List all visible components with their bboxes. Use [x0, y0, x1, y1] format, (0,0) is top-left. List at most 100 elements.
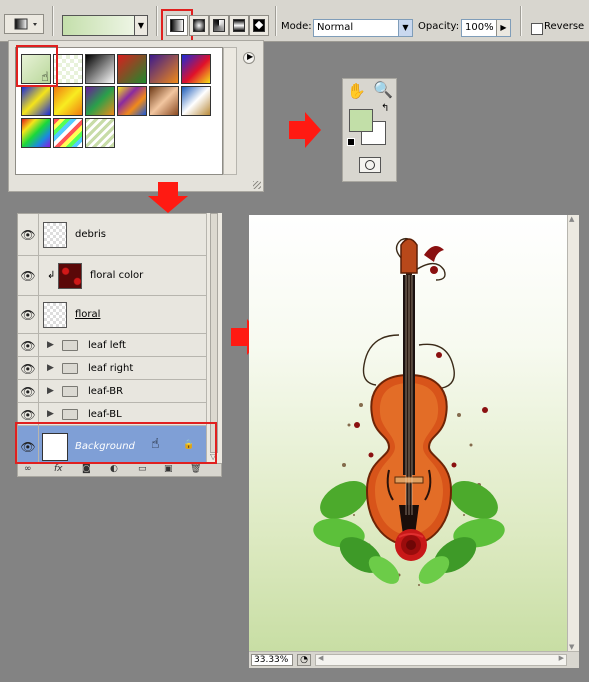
gradient-swatch-chrome[interactable]	[181, 86, 211, 116]
gradient-swatch-spectrum[interactable]	[21, 118, 51, 148]
expand-group-icon[interactable]: ▶	[47, 340, 54, 350]
expand-group-icon[interactable]: ▶	[47, 363, 54, 373]
vertical-scrollbar[interactable]: ▲ ▼	[567, 215, 579, 651]
trash-icon[interactable]: 🗑	[190, 464, 201, 474]
gradient-swatch-red-green[interactable]	[117, 54, 147, 84]
default-colors-icon[interactable]	[347, 138, 355, 146]
background-row-highlight	[15, 422, 217, 464]
diamond-gradient-button[interactable]	[249, 15, 269, 36]
gradient-swatch-black-white[interactable]	[85, 54, 115, 84]
reflected-gradient-icon	[233, 19, 245, 32]
gradient-swatch-violet-green-orange[interactable]	[85, 86, 115, 116]
radial-gradient-icon	[193, 19, 205, 32]
visibility-eye-icon[interactable]: 👁	[20, 269, 36, 283]
visibility-eye-icon[interactable]: 👁	[20, 339, 36, 353]
new-group-icon[interactable]: ▭	[138, 464, 147, 474]
visibility-eye-icon[interactable]: 👁	[20, 308, 36, 322]
foreground-color-swatch[interactable]	[349, 109, 373, 132]
opacity-label: Opacity:	[418, 21, 460, 32]
arrow-down-icon	[148, 182, 188, 213]
gradient-swatch-copper[interactable]	[149, 86, 179, 116]
gradient-swatch-transparent-rainbow[interactable]	[53, 118, 83, 148]
opacity-field[interactable]: 100% ▶	[461, 19, 511, 37]
layer-mask-icon[interactable]: ◙	[82, 464, 91, 474]
scroll-up-icon[interactable]: ▲	[569, 215, 574, 223]
status-info-icon[interactable]: ◔	[297, 654, 311, 666]
layer-row[interactable]: 👁 ↲ floral color	[18, 256, 212, 296]
reflected-gradient-button[interactable]	[229, 15, 249, 36]
gradient-swatch-orange-yellow-orange[interactable]	[53, 86, 83, 116]
layer-name: floral color	[90, 270, 144, 281]
gradient-swatch-blue-yellow-blue[interactable]	[21, 86, 51, 116]
layer-row[interactable]: 👁 ▶ leaf left	[18, 334, 212, 357]
chevron-down-icon[interactable]: ▼	[398, 20, 412, 36]
new-layer-icon[interactable]: ▣	[164, 464, 173, 474]
toolbox-panel: ✋ 🔍 ↰	[342, 78, 397, 182]
mode-select[interactable]: Normal ▼	[313, 19, 413, 37]
panel-menu-button[interactable]: ▶	[243, 52, 255, 64]
tool-preset-picker[interactable]	[4, 14, 44, 34]
layer-thumbnail[interactable]	[43, 222, 67, 248]
canvas[interactable]	[249, 215, 567, 651]
zoom-tool-icon[interactable]: 🔍	[373, 80, 393, 99]
swap-colors-icon[interactable]: ↰	[381, 103, 389, 114]
mode-label: Mode:	[281, 21, 312, 32]
expand-group-icon[interactable]: ▶	[47, 386, 54, 396]
adjustment-layer-icon[interactable]: ◐	[110, 464, 118, 474]
resize-grip-icon[interactable]	[253, 181, 261, 189]
link-layers-icon[interactable]: ∞	[24, 464, 32, 474]
layer-name: leaf-BL	[88, 408, 122, 420]
layer-row[interactable]: 👁 debris	[18, 214, 212, 256]
layer-row[interactable]: 👁 ▶ leaf-BR	[18, 380, 212, 403]
folder-icon	[62, 409, 78, 420]
zoom-value: 33.33%	[254, 655, 289, 665]
reverse-label: Reverse	[544, 21, 585, 32]
selected-preset-highlight	[16, 45, 58, 87]
clipping-mask-icon: ↲	[47, 270, 56, 281]
status-bar: 33.33% ◔ ◀ ▶	[249, 651, 579, 668]
horizontal-scrollbar[interactable]: ◀ ▶	[315, 654, 567, 666]
scroll-left-icon[interactable]: ◀	[318, 654, 323, 662]
angle-gradient-button[interactable]	[209, 15, 229, 36]
quick-mask-button[interactable]	[359, 157, 381, 173]
gradient-swatch-violet-orange[interactable]	[149, 54, 179, 84]
angle-gradient-icon	[213, 19, 225, 32]
hand-cursor-icon: ☝	[41, 70, 49, 85]
hand-tool-icon[interactable]: ✋	[347, 82, 366, 100]
visibility-eye-icon[interactable]: 👁	[20, 228, 36, 242]
diamond-gradient-icon	[253, 19, 265, 32]
scroll-right-icon[interactable]: ▶	[559, 654, 564, 662]
mode-value: Normal	[317, 22, 354, 33]
layer-name: leaf-BR	[88, 385, 124, 397]
layer-thumbnail[interactable]	[58, 263, 82, 289]
document-window: ▲ ▼ 33.33% ◔ ◀ ▶	[249, 215, 579, 668]
layer-style-icon[interactable]: fx	[54, 464, 63, 474]
visibility-eye-icon[interactable]: 👁	[20, 408, 36, 422]
linear-gradient-button[interactable]	[166, 15, 188, 36]
linear-gradient-icon	[170, 19, 184, 32]
visibility-eye-icon[interactable]: 👁	[20, 362, 36, 376]
scroll-down-icon[interactable]: ▼	[569, 643, 574, 651]
expand-group-icon[interactable]: ▶	[47, 409, 54, 419]
layer-row[interactable]: 👁 ▶ leaf right	[18, 357, 212, 380]
arrow-right-icon	[289, 112, 321, 148]
circle-mask-icon	[365, 160, 375, 170]
reverse-checkbox[interactable]	[531, 23, 543, 35]
chevron-down-icon[interactable]: ▼	[134, 16, 147, 35]
slider-arrow-icon[interactable]: ▶	[496, 20, 510, 36]
layer-thumbnail[interactable]	[43, 302, 67, 328]
layer-name: leaf right	[88, 362, 134, 374]
folder-icon	[62, 386, 78, 397]
violin-artwork	[313, 237, 505, 586]
zoom-field[interactable]: 33.33%	[251, 654, 293, 666]
scrollbar[interactable]	[223, 47, 237, 175]
gradient-swatch-transparent-stripes[interactable]	[85, 118, 115, 148]
radial-gradient-button[interactable]	[189, 15, 209, 36]
gradient-swatch-yellow-violet-orange-blue[interactable]	[117, 86, 147, 116]
play-arrow-icon: ▶	[247, 52, 254, 61]
gradient-swatch-blue-red-yellow[interactable]	[181, 54, 211, 84]
gradient-preview-field[interactable]: ▼	[62, 15, 148, 36]
violin	[365, 238, 453, 547]
layer-row[interactable]: 👁 floral	[18, 296, 212, 334]
visibility-eye-icon[interactable]: 👁	[20, 385, 36, 399]
